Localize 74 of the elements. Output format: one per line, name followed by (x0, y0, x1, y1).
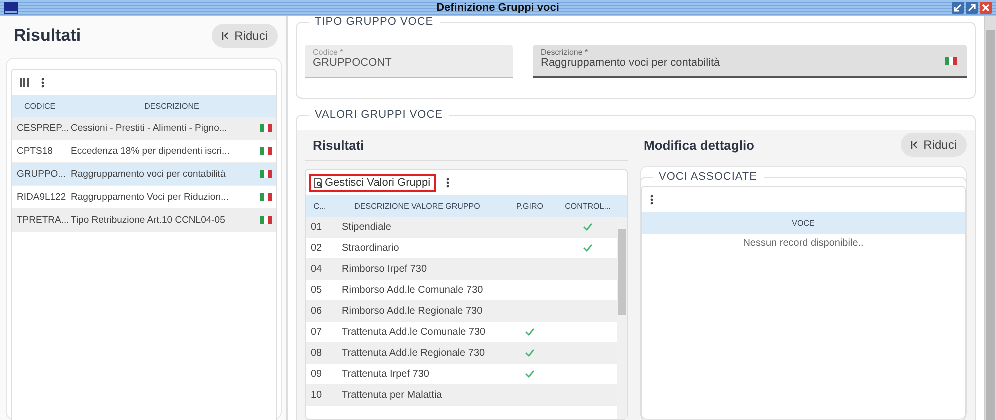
panel-title: Risultati (14, 26, 82, 46)
description-cell-text: Trattenuta Add.le Comunale 730 (341, 326, 487, 338)
description-cell-text: Stipendiale (341, 222, 392, 232)
description-cell-text: Cessioni - Prestiti - Alimenti - Pigno... (70, 122, 228, 134)
collapse-button[interactable]: Riduci (900, 133, 967, 157)
scrollbar[interactable] (984, 16, 996, 420)
code-cell-text: 07 (310, 326, 324, 338)
panel-title: Modifica dettaglio (644, 138, 754, 152)
description-cell-text: Tipo Retribuzione Art.10 CCNL04-05 (70, 214, 226, 226)
description-cell-text: Trattenuta per Malattia (341, 390, 444, 400)
collapse-icon (910, 141, 918, 149)
table-row[interactable]: TPRETRA... Tipo Retribuzione Art.10 CCNL04-05 (12, 209, 276, 232)
table-row[interactable]: 01 Stipendiale (306, 217, 617, 238)
columns-icon[interactable] (20, 78, 29, 87)
collapse-icon (222, 32, 229, 40)
column-header[interactable]: C... (306, 195, 334, 217)
more-icon[interactable] (446, 178, 450, 188)
flag-icon (945, 57, 957, 65)
code-cell-text: 05 (310, 284, 324, 296)
text-field[interactable]: Descrizione * Raggruppamento voci per contabilità (533, 45, 967, 78)
flag-icon (260, 170, 272, 178)
collapse-button[interactable]: Riduci (212, 24, 278, 48)
description-cell-text: Rimborso Irpef 730 (341, 264, 428, 274)
code-cell-text: 06 (310, 306, 324, 316)
document-search-icon (314, 178, 323, 188)
code-cell-text: 02 (310, 242, 324, 254)
table-row[interactable]: 06 Rimborso Add.le Regionale 730 (306, 301, 617, 322)
section-legend: VOCI ASSOCIATE (653, 171, 764, 183)
panel-title: Risultati (313, 138, 364, 152)
description-cell-text: Eccedenza 18% per dipendenti iscri... (70, 146, 231, 156)
flag-icon (260, 147, 272, 155)
minimize-icon[interactable] (952, 2, 964, 14)
column-header[interactable]: CODICE (12, 95, 68, 117)
description-cell-text: Trattenuta Irpef 730 (341, 368, 430, 380)
description-cell-text: Trattenuta Add.le Regionale 730 (341, 348, 486, 358)
code-cell-text: CESPREP... (16, 122, 68, 134)
table-row[interactable]: 04 Rimborso Irpef 730 (306, 259, 617, 280)
description-cell-text: Raggruppamento voci per contabilità (70, 168, 227, 180)
code-cell-text: TPRETRA... (16, 214, 68, 226)
manage-button[interactable]: Gestisci Valori Gruppi (309, 174, 436, 192)
maximize-icon[interactable] (966, 2, 978, 14)
table-row[interactable]: 08 Trattenuta Add.le Regionale 730 (306, 343, 617, 364)
code-cell-text: 09 (310, 368, 324, 380)
description-cell-text: Rimborso Add.le Comunale 730 (341, 284, 484, 296)
scrollbar[interactable] (617, 217, 627, 419)
section-legend: VALORI GRUPPI VOCE (309, 109, 449, 121)
code-cell-text: 04 (310, 264, 324, 274)
code-cell-text: 10 (310, 390, 324, 400)
column-header[interactable]: CONTROL... (559, 195, 617, 217)
more-icon[interactable] (650, 194, 654, 204)
section-legend: TIPO GRUPPO VOCE (309, 16, 440, 28)
description-cell-text: Rimborso Add.le Regionale 730 (341, 306, 484, 316)
code-cell-text: CPTS18 (16, 146, 54, 156)
empty-message: Nessun record disponibile.. (742, 237, 865, 249)
flag-icon (260, 124, 272, 132)
flag-icon (260, 193, 272, 201)
table-row[interactable]: CESPREP... Cessioni - Prestiti - Alimenti - Pigno... (12, 117, 276, 140)
close-icon[interactable] (980, 2, 992, 14)
app-logo-icon (4, 2, 18, 14)
more-icon[interactable] (41, 78, 45, 88)
window-title: Definizione Gruppi voci (436, 2, 560, 14)
description-cell-text: Raggruppamento Voci per Riduzion... (70, 192, 230, 202)
description-cell-text: Straordinario (341, 242, 400, 254)
column-header[interactable]: DESCRIZIONE (68, 95, 276, 117)
column-header[interactable]: VOCE (642, 212, 965, 234)
table-row[interactable]: 10 Trattenuta per Malattia (306, 385, 617, 406)
code-cell-text: RIDA9L122 (16, 192, 68, 202)
code-cell-text: 01 (310, 222, 324, 232)
column-header[interactable]: DESCRIZIONE VALORE GRUPPO (334, 195, 501, 217)
code-cell-text: 08 (310, 348, 324, 358)
flag-icon (260, 216, 272, 224)
table-row[interactable]: GRUPPO... Raggruppamento voci per contabilità (12, 163, 276, 186)
code-cell-text: GRUPPO... (16, 168, 68, 180)
column-header[interactable]: P.GIRO (501, 195, 559, 217)
